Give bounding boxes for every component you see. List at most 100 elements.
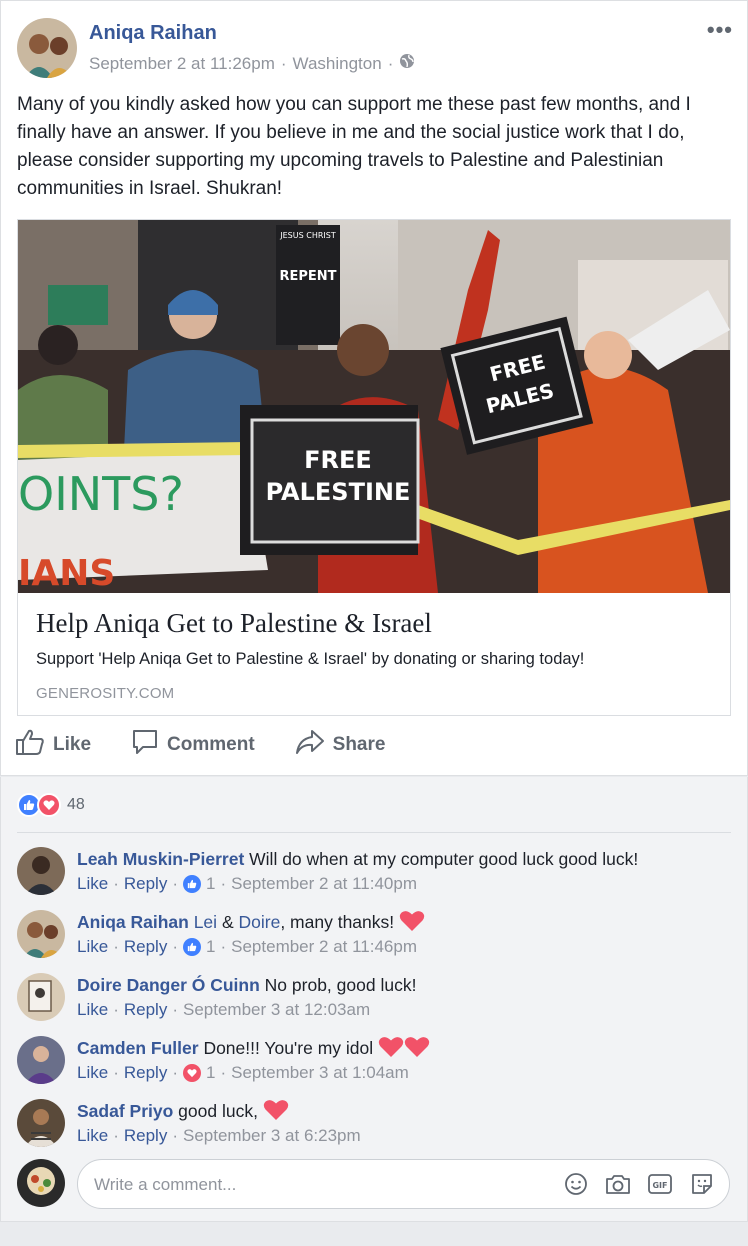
comment-timestamp[interactable]: September 3 at 1:04am: [231, 1063, 409, 1083]
post-actions: Like Comment Share: [15, 728, 425, 762]
comment-input[interactable]: [94, 1172, 534, 1198]
sticker-icon[interactable]: [689, 1171, 715, 1197]
comment-timestamp[interactable]: September 3 at 12:03am: [183, 1000, 370, 1020]
commenter-name[interactable]: Leah Muskin-Pierret: [77, 849, 244, 869]
emoji-icon[interactable]: [563, 1171, 589, 1197]
commenter-name[interactable]: Doire Danger Ó Cuinn: [77, 975, 260, 995]
separator-dot: ·: [280, 53, 287, 73]
comment-like-link[interactable]: Like: [77, 874, 108, 894]
commenter-name[interactable]: Camden Fuller: [77, 1038, 199, 1058]
image-sign-palestine: PALESTINE: [266, 478, 411, 506]
share-arrow-icon: [295, 728, 325, 762]
comments-section: 48 Leah Muskin-Pierret Will do when at m…: [0, 777, 748, 1222]
comment-text: Done!!! You're my idol: [203, 1038, 374, 1058]
like-button[interactable]: Like: [15, 728, 91, 762]
comment-reply-link[interactable]: Reply: [124, 937, 167, 957]
post-location[interactable]: Washington: [293, 54, 382, 74]
comment-like-link[interactable]: Like: [77, 1000, 108, 1020]
speech-bubble-icon: [131, 728, 159, 762]
image-sign-repent: REPENT: [279, 269, 336, 284]
commenter-name[interactable]: Sadaf Priyo: [77, 1101, 173, 1121]
link-domain: GENEROSITY.COM: [36, 685, 175, 702]
share-button[interactable]: Share: [295, 728, 386, 762]
commenter-avatar[interactable]: [17, 1099, 65, 1147]
comment-item: Leah Muskin-Pierret Will do when at my c…: [17, 847, 731, 903]
reaction-summary[interactable]: 48: [17, 793, 85, 817]
post-timestamp[interactable]: September 2 at 11:26pm: [89, 54, 275, 74]
image-sign-free: FREE: [304, 446, 372, 474]
comment-reply-link[interactable]: Reply: [124, 1063, 167, 1083]
commenter-avatar[interactable]: [17, 1036, 65, 1084]
camera-icon[interactable]: [605, 1171, 631, 1197]
comment-reply-link[interactable]: Reply: [124, 1000, 167, 1020]
comment-composer: GIF: [17, 1157, 731, 1209]
comment-item: Aniqa Raihan Lei & Doire, many thanks! L…: [17, 910, 731, 966]
share-label: Share: [332, 734, 386, 755]
like-label: Like: [53, 734, 92, 755]
comment-reply-link[interactable]: Reply: [124, 874, 167, 894]
image-banner-text2: IANS: [18, 553, 115, 593]
mention-link[interactable]: Doire: [239, 912, 281, 932]
link-description: Support 'Help Aniqa Get to Palestine & I…: [36, 650, 585, 668]
comment-text-amp: &: [221, 912, 234, 932]
divider: [17, 832, 731, 833]
commenter-name[interactable]: Aniqa Raihan: [77, 912, 189, 932]
image-banner-text: OINTS?: [18, 467, 184, 521]
svg-text:GIF: GIF: [652, 1181, 667, 1190]
gif-icon[interactable]: GIF: [647, 1171, 673, 1197]
comment-reaction-count[interactable]: 1: [206, 937, 215, 957]
comment-like-link[interactable]: Like: [77, 1063, 108, 1083]
like-reaction-icon[interactable]: [183, 875, 201, 893]
comment-meta: Like · Reply · 1 · September 2 at 11:40pm: [77, 874, 417, 894]
comment-meta: Like · Reply · September 3 at 12:03am: [77, 1000, 371, 1020]
post-card: Aniqa Raihan September 2 at 11:26pm · Wa…: [0, 0, 748, 776]
post-meta: September 2 at 11:26pm · Washington ·: [89, 53, 415, 74]
comment-item: Sadaf Priyo good luck, Like · Reply · Sept…: [17, 1099, 731, 1155]
comment-reaction-count[interactable]: 1: [206, 1063, 215, 1083]
thumbs-up-icon: [15, 728, 45, 762]
author-avatar[interactable]: [17, 18, 77, 78]
comment-text: , many thanks!: [280, 912, 395, 932]
commenter-avatar[interactable]: [17, 910, 65, 958]
current-user-avatar[interactable]: [17, 1159, 65, 1207]
comment-like-link[interactable]: Like: [77, 937, 108, 957]
mention-link[interactable]: Lei: [194, 912, 217, 932]
comment-text: good luck,: [178, 1101, 258, 1121]
link-title[interactable]: Help Aniqa Get to Palestine & Israel: [36, 608, 432, 639]
more-options-icon[interactable]: •••: [707, 17, 733, 43]
reaction-count[interactable]: 48: [67, 796, 85, 814]
comment-meta: Like · Reply · 1 · September 2 at 11:46pm: [77, 937, 417, 957]
comment-text: No prob, good luck!: [264, 975, 417, 995]
love-reaction-icon: [37, 793, 61, 817]
comment-timestamp[interactable]: September 2 at 11:46pm: [231, 937, 417, 957]
link-image[interactable]: JESUS CHRIST REPENT OINTS? IANS FREE PAL…: [18, 220, 730, 593]
comment-timestamp[interactable]: September 2 at 11:40pm: [231, 874, 417, 894]
comment-label: Comment: [167, 734, 255, 755]
commenter-avatar[interactable]: [17, 973, 65, 1021]
image-sign-jesus: JESUS CHRIST: [279, 231, 336, 240]
love-reaction-icon[interactable]: [183, 1064, 201, 1082]
composer-tools: GIF: [563, 1171, 715, 1197]
comment-like-link[interactable]: Like: [77, 1126, 108, 1146]
heart-emoji-icon: [378, 1036, 404, 1064]
author-name[interactable]: Aniqa Raihan: [89, 22, 217, 45]
heart-emoji-icon: [399, 910, 425, 938]
separator-dot: ·: [387, 53, 394, 73]
comment-meta: Like · Reply · 1 · September 3 at 1:04am: [77, 1063, 409, 1083]
heart-emoji-icon: [404, 1036, 430, 1064]
comment-item: Doire Danger Ó Cuinn No prob, good luck!…: [17, 973, 731, 1029]
comment-item: Camden Fuller Done!!! You're my idol Lik…: [17, 1036, 731, 1092]
commenter-avatar[interactable]: [17, 847, 65, 895]
globe-icon[interactable]: [399, 53, 415, 74]
heart-emoji-icon: [263, 1099, 289, 1127]
like-reaction-icon[interactable]: [183, 938, 201, 956]
comment-button[interactable]: Comment: [131, 728, 255, 762]
comment-input-box[interactable]: GIF: [77, 1159, 730, 1209]
comment-timestamp[interactable]: September 3 at 6:23pm: [183, 1126, 361, 1146]
link-preview[interactable]: JESUS CHRIST REPENT OINTS? IANS FREE PAL…: [17, 219, 731, 716]
comment-reply-link[interactable]: Reply: [124, 1126, 167, 1146]
comment-text: Will do when at my computer good luck go…: [249, 849, 639, 869]
comment-meta: Like · Reply · September 3 at 6:23pm: [77, 1126, 361, 1146]
comment-reaction-count[interactable]: 1: [206, 874, 215, 894]
post-text: Many of you kindly asked how you can sup…: [17, 94, 691, 199]
